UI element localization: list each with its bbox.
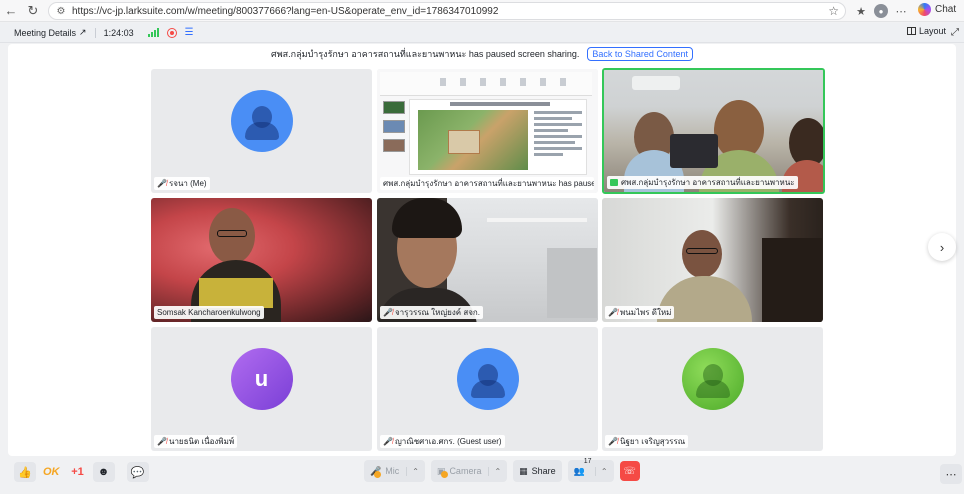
participants-button[interactable]: 👥 17 ⌃: [567, 458, 614, 482]
divider: [94, 27, 96, 38]
participant-name-tag: 🎤̸ พนมไพร ดีใหม่: [605, 306, 675, 319]
camera-label: Camera: [449, 466, 482, 476]
participant-video: [377, 198, 598, 322]
mic-muted-icon: 🎤̸: [157, 437, 167, 446]
video-stage: ศพส.กลุ่มบำรุงรักษา อาคารสถานที่และยานพา…: [8, 44, 956, 456]
site-info-icon[interactable]: ⚙: [55, 5, 67, 17]
participant-tile[interactable]: 🎤̸ พนมไพร ดีใหม่: [602, 198, 823, 322]
sharing-notice-text: ศพส.กลุ่มบำรุงรักษา อาคารสถานที่และยานพา…: [271, 49, 580, 59]
plus-one-reaction-button[interactable]: +1: [67, 462, 89, 482]
participants-options-chevron-icon[interactable]: ⌃: [594, 466, 608, 476]
favorites-icon[interactable]: ★: [852, 2, 870, 20]
mic-label: Mic: [385, 466, 400, 476]
participant-name: ญาณิชศาเอ.ศกร. (Guest user): [394, 437, 502, 446]
chat-label: Chat: [935, 4, 957, 15]
participant-tile[interactable]: 🎤̸ จารุวรรณ ใหญ่ยงค์ สจก.: [377, 198, 598, 322]
participant-name-tag: 🎤̸ ญาณิชศาเอ.ศกร. (Guest user): [380, 435, 505, 448]
participant-name-tag: Somsak Kancharoenkulwong: [154, 306, 264, 319]
participant-name: จารุวรรณ ใหญ่ยงค์ สจก.: [394, 308, 480, 317]
browser-toolbar: ← ↻ ⚙ https://vc-jp.larksuite.com/w/meet…: [0, 0, 964, 22]
screen-share-icon: [610, 179, 618, 186]
fullscreen-icon[interactable]: ⤢: [951, 27, 959, 38]
participant-avatar: [681, 348, 744, 410]
mic-muted-icon: 🎤̸: [383, 437, 393, 446]
warning-dot-icon: [374, 471, 381, 478]
participant-name-tag: 🎤̸ รจนา (Me): [154, 177, 210, 190]
participant-name-tag: 🎤̸ จารุวรรณ ใหญ่ยงค์ สจก.: [380, 306, 483, 319]
profile-avatar[interactable]: ●: [874, 4, 888, 18]
share-button[interactable]: ▦ Share: [513, 460, 562, 482]
mic-button[interactable]: 🎤 Mic ⌃: [364, 460, 425, 482]
mic-muted-icon: 🎤̸: [608, 437, 618, 446]
meeting-top-bar: Meeting Details ↗ 1:24:03 ☰ Layout ⤢: [0, 23, 964, 43]
participant-name: ศพส.กลุ่มบำรุงรักษา อาคารสถานที่และยานพา…: [621, 178, 795, 187]
back-arrow-icon[interactable]: ←: [0, 0, 22, 22]
meeting-details-button[interactable]: Meeting Details ↗: [14, 27, 87, 38]
chat-bubble-icon[interactable]: 💬: [126, 462, 149, 482]
recording-icon[interactable]: [166, 27, 177, 38]
participant-name: นิฐยา เจริญสุวรรณ: [619, 437, 686, 446]
share-screen-icon: ▦: [519, 465, 528, 476]
mic-muted-icon: 🎤̸: [157, 179, 167, 188]
meeting-toolbar: 👍 OK +1 ☻ 💬 🎤 Mic ⌃ ▣ Camera ⌃ ▦ Share 👥…: [0, 456, 964, 494]
participant-name: Somsak Kancharoenkulwong: [157, 308, 261, 317]
participant-name-tag: 🎤̸ นายธนิต เนื่องพิมพ์: [154, 435, 238, 448]
subtitles-icon[interactable]: ☰: [185, 27, 194, 38]
ok-reaction-button[interactable]: OK: [40, 462, 63, 482]
participant-name-tag: 🎤̸ นิฐยา เจริญสุวรรณ: [605, 435, 689, 448]
camera-options-chevron-icon[interactable]: ⌃: [488, 466, 501, 476]
meeting-duration: 1:24:03: [103, 27, 134, 38]
next-page-button[interactable]: ›: [928, 233, 956, 261]
participant-tile[interactable]: 🎤̸ รจนา (Me): [151, 69, 372, 193]
more-options-icon[interactable]: ⋯: [892, 2, 910, 20]
participant-video: [602, 198, 823, 322]
participant-name-tag: ศพส.กลุ่มบำรุงรักษา อาคารสถานที่และยานพา…: [380, 177, 594, 190]
shared-screen-tile[interactable]: ศพส.กลุ่มบำรุงรักษา อาคารสถานที่และยานพา…: [377, 69, 598, 193]
mic-muted-icon: 🎤̸: [608, 308, 618, 317]
sharing-notice: ศพส.กลุ่มบำรุงรักษา อาคารสถานที่และยานพา…: [8, 46, 956, 62]
external-link-icon: ↗: [79, 27, 87, 37]
participant-tile[interactable]: 🎤̸ นิฐยา เจริญสุวรรณ: [602, 327, 823, 451]
url-text: https://vc-jp.larksuite.com/w/meeting/80…: [72, 5, 499, 17]
active-speaker-tile[interactable]: ศพส.กลุ่มบำรุงรักษา อาคารสถานที่และยานพา…: [602, 68, 825, 194]
participant-avatar: u: [230, 348, 293, 410]
participant-name: รจนา (Me): [168, 179, 207, 188]
bookmark-star-icon[interactable]: ☆: [828, 4, 839, 18]
shared-screen-preview: [377, 69, 598, 193]
camera-button[interactable]: ▣ Camera ⌃: [430, 460, 508, 482]
layout-label: Layout: [919, 26, 947, 36]
participant-video: [151, 198, 372, 322]
address-bar[interactable]: ⚙ https://vc-jp.larksuite.com/w/meeting/…: [48, 2, 846, 20]
participant-name: ศพส.กลุ่มบำรุงรักษา อาคารสถานที่และยานพา…: [383, 179, 594, 188]
participant-name: พนมไพร ดีใหม่: [619, 308, 672, 317]
mic-muted-icon: 🎤̸: [383, 308, 393, 317]
layout-button[interactable]: Layout: [907, 26, 946, 36]
emoji-reaction-icon[interactable]: ☻: [92, 462, 115, 482]
network-signal-icon[interactable]: [147, 28, 159, 37]
back-to-shared-content-button[interactable]: Back to Shared Content: [587, 47, 693, 61]
participant-avatar: [230, 90, 293, 152]
warning-dot-icon: [440, 471, 448, 478]
thumbs-up-reaction-icon[interactable]: 👍: [14, 462, 36, 482]
meeting-details-label: Meeting Details: [14, 27, 77, 38]
reload-icon[interactable]: ↻: [22, 0, 44, 22]
copilot-icon: [918, 3, 931, 16]
share-label: Share: [531, 466, 556, 476]
participant-avatar: [456, 348, 519, 410]
layout-icon: [907, 27, 916, 35]
mic-options-chevron-icon[interactable]: ⌃: [406, 466, 419, 476]
participant-name: นายธนิต เนื่องพิมพ์: [168, 437, 235, 446]
participant-name-tag: ศพส.กลุ่มบำรุงรักษา อาคารสถานที่และยานพา…: [607, 176, 798, 189]
more-options-button[interactable]: ⋯: [940, 464, 962, 484]
leave-meeting-button[interactable]: ☏: [619, 461, 640, 481]
participants-icon: 👥: [573, 465, 585, 476]
participant-tile[interactable]: Somsak Kancharoenkulwong: [151, 198, 372, 322]
participant-tile[interactable]: 🎤̸ ญาณิชศาเอ.ศกร. (Guest user): [377, 327, 598, 451]
participant-tile[interactable]: u 🎤̸ นายธนิต เนื่องพิมพ์: [151, 327, 372, 451]
participants-count: 17: [583, 458, 592, 465]
participant-video: [604, 70, 823, 192]
copilot-chat-button[interactable]: Chat: [918, 3, 956, 16]
